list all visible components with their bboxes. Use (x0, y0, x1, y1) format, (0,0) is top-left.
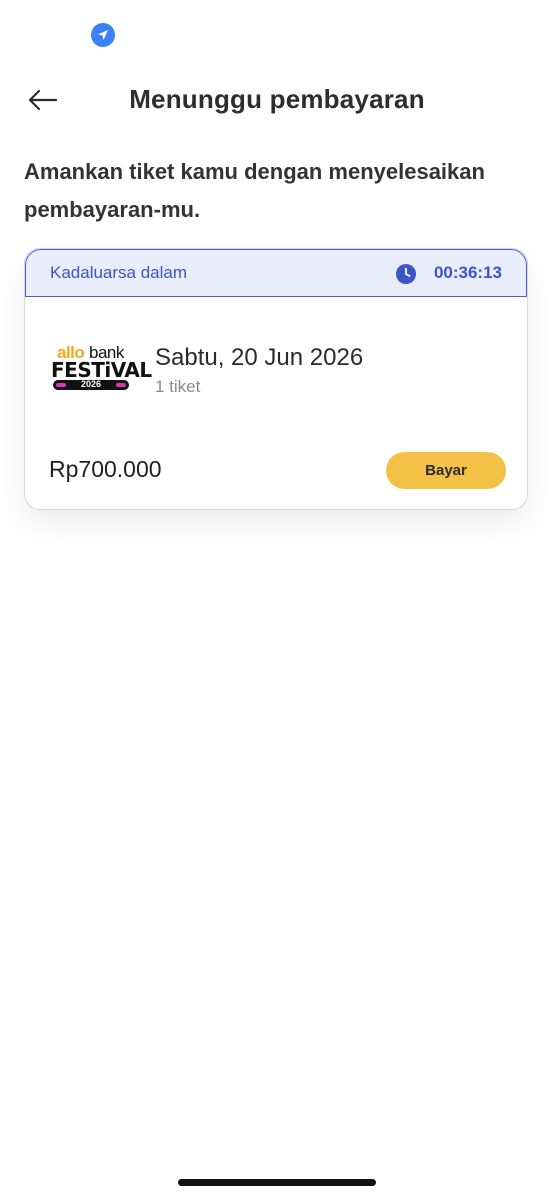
logo-year-band: 2026 (53, 379, 129, 390)
status-bar (0, 0, 554, 70)
expiry-label: Kadaluarsa dalam (50, 263, 188, 282)
order-card[interactable]: Kadaluarsa dalam 00:36:13 allo bank FEST… (24, 248, 528, 510)
event-logo: allo bank FESTiVAL 2026 (49, 341, 152, 391)
location-arrow-icon (91, 23, 115, 47)
header: Menunggu pembayaran (0, 70, 554, 132)
expiry-bar: Kadaluarsa dalam 00:36:13 (25, 249, 527, 297)
intro-text: Amankan tiket kamu dengan menyelesaikan … (24, 159, 485, 222)
page-title: Menunggu pembayaran (129, 84, 425, 114)
clock-icon (396, 264, 416, 284)
pay-button[interactable]: Bayar (386, 452, 506, 489)
event-date: Sabtu, 20 Jun 2026 (155, 344, 364, 371)
home-indicator[interactable] (178, 1179, 376, 1186)
ticket-count: 1 tiket (155, 377, 201, 396)
countdown-timer: 00:36:13 (433, 263, 502, 282)
total-price: Rp700.000 (49, 456, 162, 482)
